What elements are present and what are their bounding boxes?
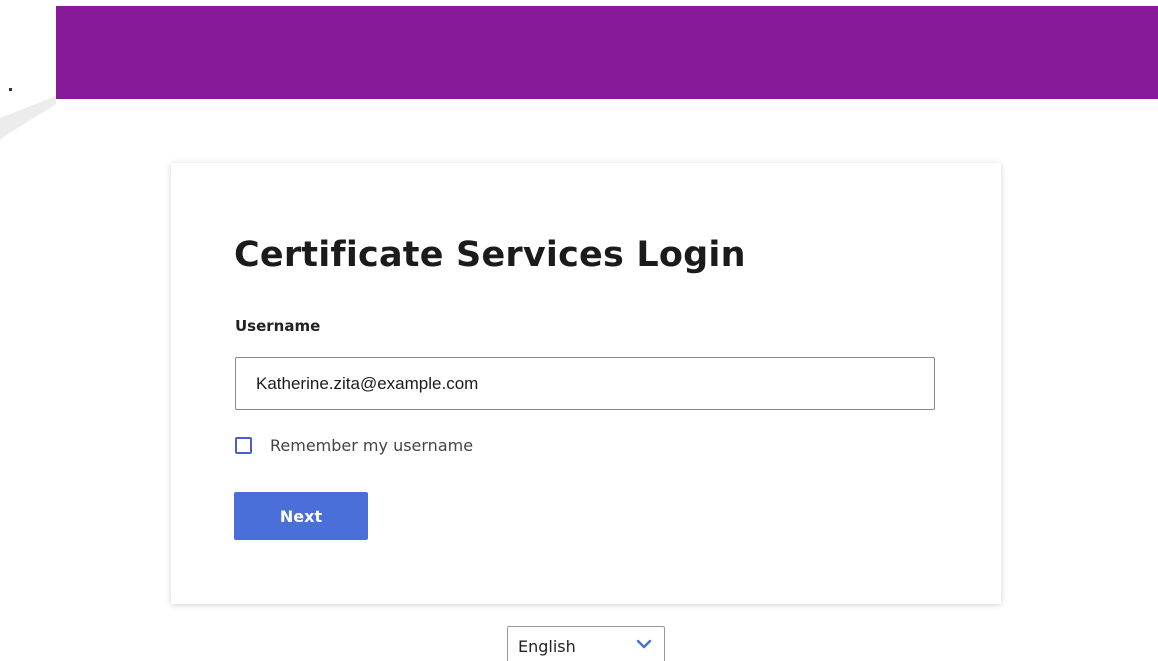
login-card: Certificate Services Login Username Reme… [171,163,1001,604]
remember-username-label[interactable]: Remember my username [270,436,473,455]
corner-dot [9,88,12,91]
username-label: Username [235,317,321,335]
language-select[interactable]: English [507,626,665,661]
language-value: English [518,636,576,656]
corner-decoration [0,96,56,140]
username-input[interactable] [235,357,935,410]
remember-username-row[interactable]: Remember my username [235,434,473,456]
page-title: Certificate Services Login [234,235,746,275]
login-page: Certificate Services Login Username Reme… [0,0,1158,661]
chevron-down-icon [636,639,652,649]
header-banner [56,6,1158,99]
remember-username-checkbox[interactable] [235,436,252,454]
next-button[interactable]: Next [234,492,368,540]
